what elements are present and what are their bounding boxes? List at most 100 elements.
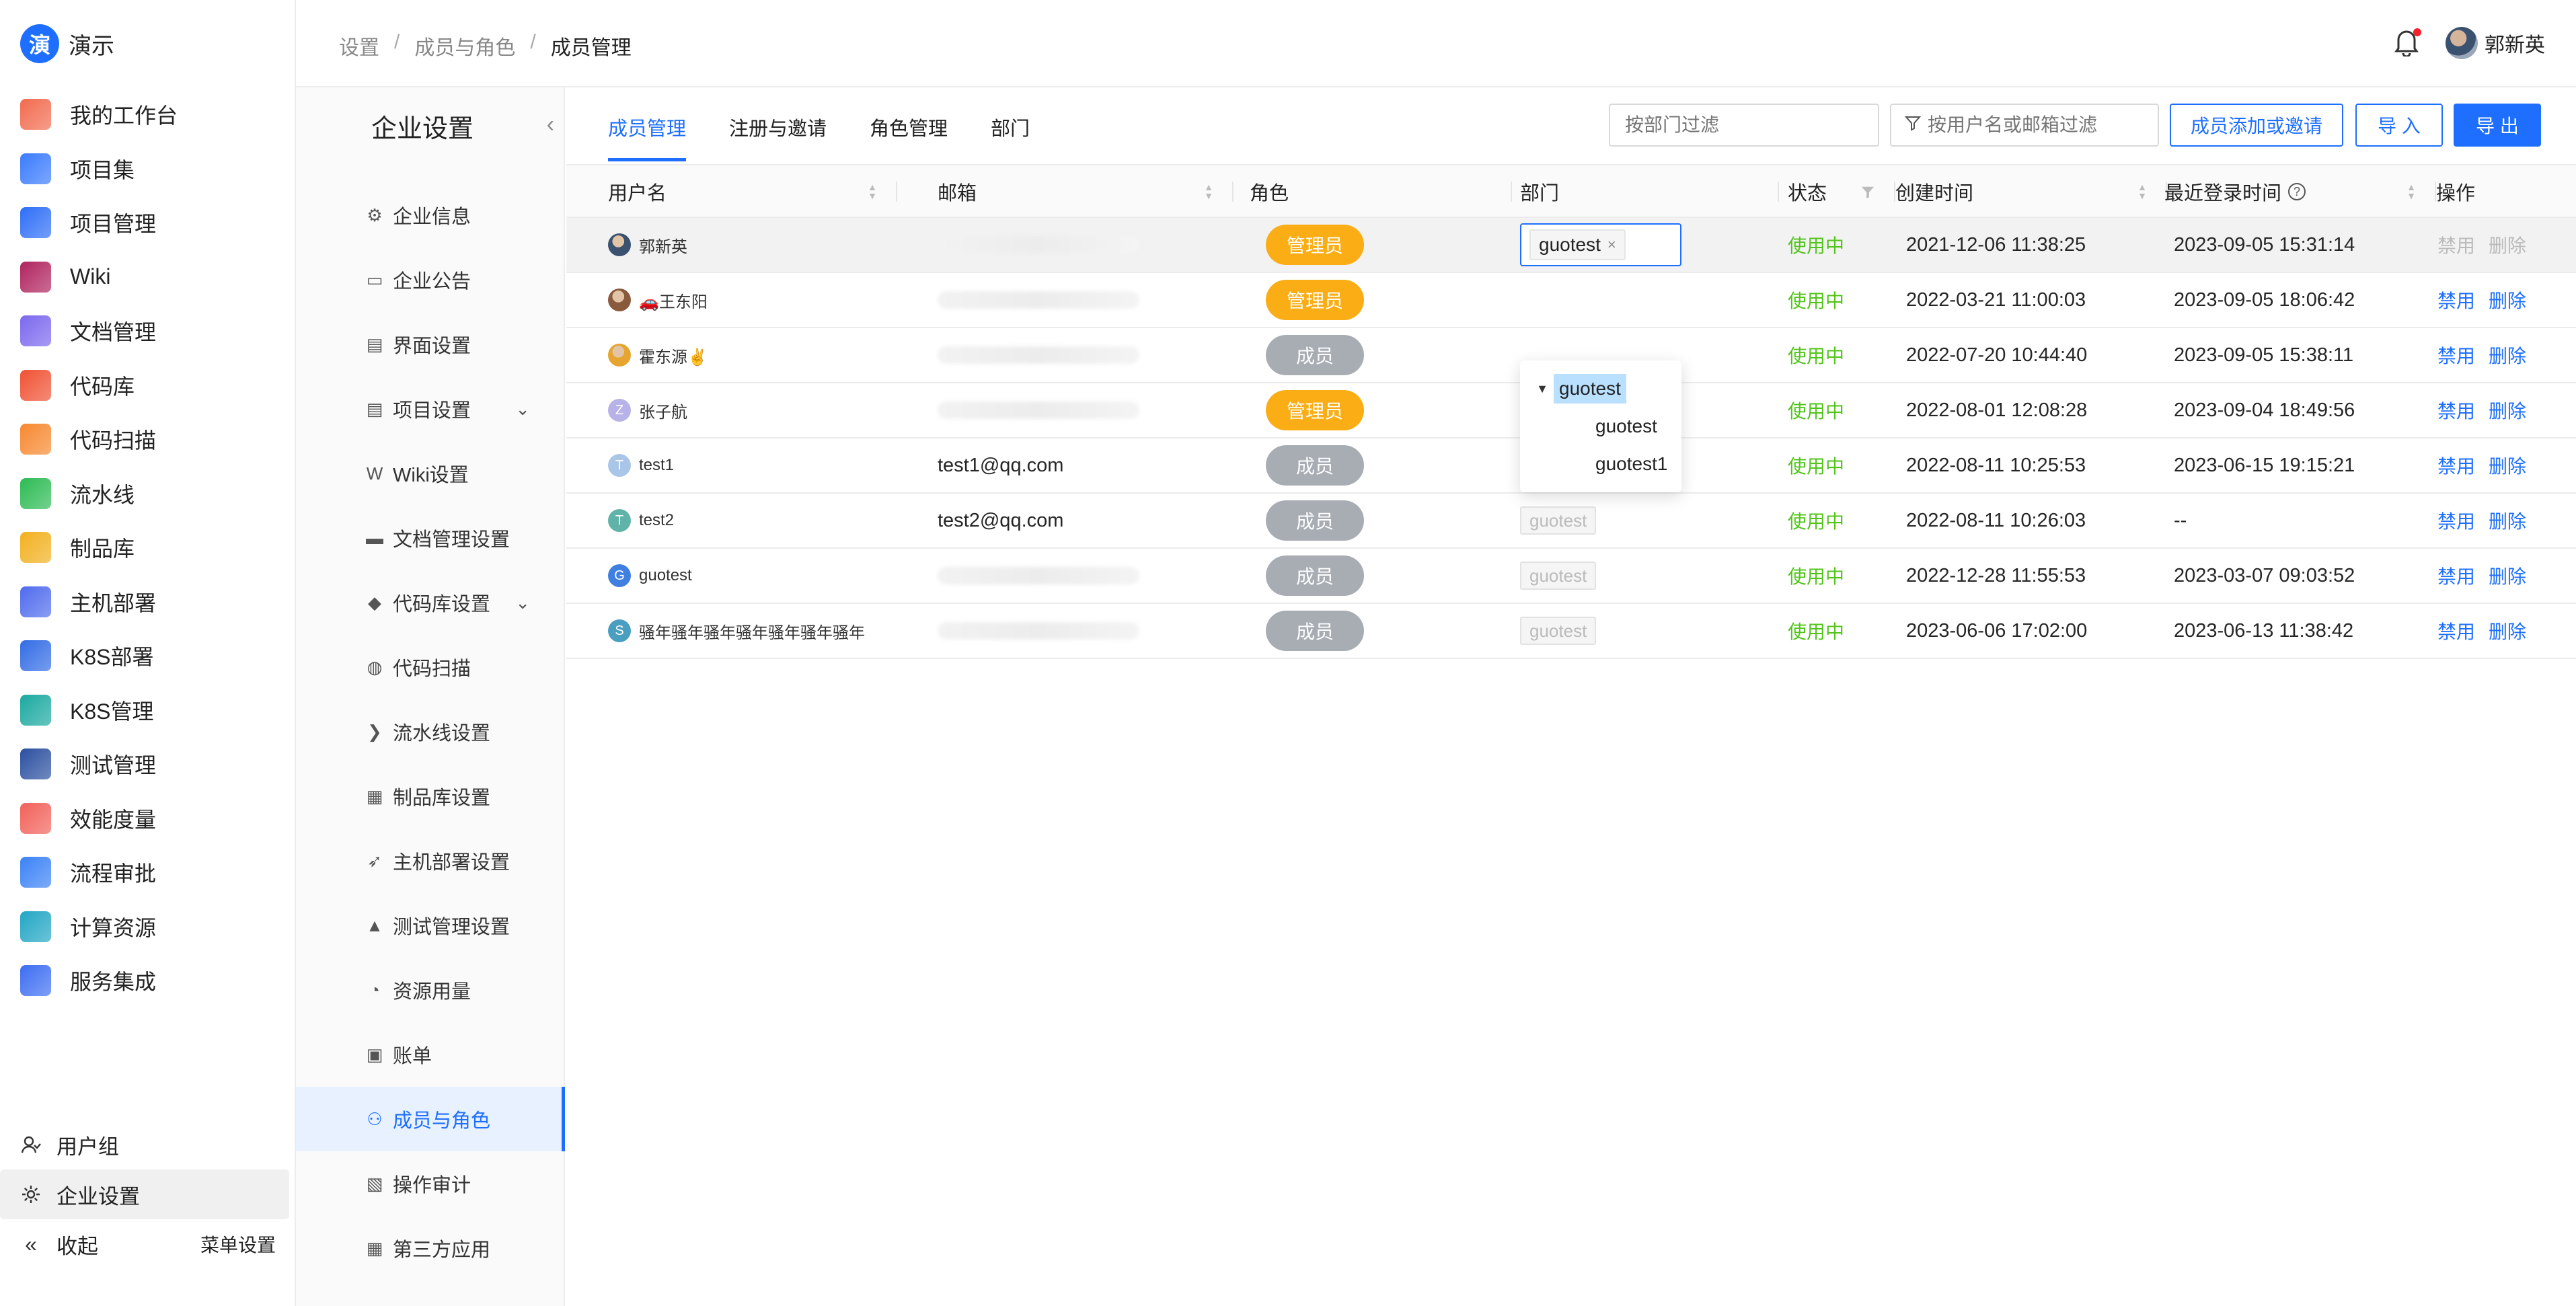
subnav-item[interactable]: ▣ 账单: [296, 1022, 565, 1087]
role-badge[interactable]: 成员: [1266, 445, 1364, 486]
role-badge[interactable]: 管理员: [1266, 225, 1364, 265]
export-button[interactable]: 导 出: [2454, 104, 2541, 147]
sort-icon[interactable]: ▲ ▼: [2137, 182, 2147, 200]
nav-item[interactable]: 文档管理: [0, 304, 296, 358]
tab-role-management[interactable]: 角色管理: [870, 113, 948, 161]
subnav-item[interactable]: W Wiki设置: [296, 441, 565, 506]
user-filter-input[interactable]: [1928, 114, 2150, 136]
disable-button[interactable]: 禁用: [2437, 617, 2475, 644]
delete-button[interactable]: 删除: [2489, 507, 2526, 534]
nav-item[interactable]: 制品库: [0, 521, 296, 575]
role-badge[interactable]: 成员: [1266, 335, 1364, 375]
disable-button[interactable]: 禁用: [2437, 507, 2475, 534]
breadcrumb-item[interactable]: 成员与角色: [414, 31, 515, 61]
subnav-item[interactable]: ▤ 项目设置 ⌄: [296, 377, 565, 441]
subnav-item[interactable]: ➶ 主机部署设置: [296, 829, 565, 893]
column-username[interactable]: 用户名 ▲ ▼: [608, 165, 897, 218]
bell-icon[interactable]: [2394, 27, 2421, 59]
role-badge[interactable]: 成员: [1266, 555, 1364, 596]
role-badge[interactable]: 管理员: [1266, 390, 1364, 430]
delete-button[interactable]: 删除: [2489, 562, 2526, 589]
user-menu[interactable]: 郭新英: [2446, 27, 2545, 59]
sort-icon[interactable]: ▲ ▼: [868, 182, 877, 200]
disable-button[interactable]: 禁用: [2437, 342, 2475, 369]
delete-button[interactable]: 删除: [2489, 342, 2526, 369]
nav-item[interactable]: K8S部署: [0, 629, 296, 683]
column-status[interactable]: 状态: [1788, 165, 1895, 218]
help-icon[interactable]: ?: [2288, 183, 2306, 200]
menu-settings-link[interactable]: 菜单设置: [200, 1231, 276, 1258]
nav-item[interactable]: 服务集成: [0, 954, 296, 1008]
subnav-item[interactable]: ▤ 界面设置: [296, 312, 565, 377]
last-login-time: 2023-09-05 15:38:11: [2174, 344, 2354, 366]
subnav-item[interactable]: ▲ 测试管理设置: [296, 893, 565, 958]
delete-button[interactable]: 删除: [2489, 617, 2526, 644]
column-last-login[interactable]: 最近登录时间 ? ▲ ▼: [2164, 165, 2436, 218]
role-badge[interactable]: 管理员: [1266, 280, 1364, 320]
subnav-item[interactable]: ⚇ 成员与角色: [296, 1087, 565, 1151]
role-badge[interactable]: 成员: [1266, 500, 1364, 541]
subnav-item[interactable]: ◔ 资源用量: [296, 958, 565, 1022]
nav-item[interactable]: 效能度量: [0, 792, 296, 846]
department-filter-input[interactable]: [1609, 104, 1879, 147]
disable-button[interactable]: 禁用: [2437, 452, 2475, 479]
delete-button[interactable]: 删除: [2489, 452, 2526, 479]
nav-item[interactable]: 项目集: [0, 142, 296, 196]
nav-item[interactable]: 计算资源: [0, 900, 296, 954]
subnav-item[interactable]: ◆ 代码库设置 ⌄: [296, 570, 565, 635]
subnav-item[interactable]: ❯ 流水线设置: [296, 699, 565, 764]
nav-item[interactable]: 我的工作台: [0, 87, 296, 142]
column-created-time[interactable]: 创建时间 ▲ ▼: [1895, 165, 2167, 218]
nav-enterprise-settings[interactable]: 企业设置: [0, 1169, 289, 1219]
nav-item[interactable]: 代码扫描: [0, 412, 296, 467]
subnav-item[interactable]: ▧ 操作审计: [296, 1151, 565, 1216]
chevron-left-icon[interactable]: ‹: [547, 112, 554, 138]
subnav-item[interactable]: ⚙ 企业信息: [296, 183, 565, 247]
subnav-item[interactable]: ▦ 制品库设置: [296, 764, 565, 829]
nav-item[interactable]: 流水线: [0, 467, 296, 521]
tree-node-child[interactable]: guotest: [1520, 408, 1681, 445]
sort-icon[interactable]: ▲ ▼: [2407, 182, 2416, 200]
filter-icon[interactable]: [1860, 183, 1875, 205]
nav-item[interactable]: 流程审批: [0, 845, 296, 900]
flask-small-icon: ▲: [366, 915, 383, 935]
chevron-down-icon[interactable]: ⌄: [515, 399, 530, 420]
column-email[interactable]: 邮箱 ▲ ▼: [938, 165, 1234, 218]
invite-member-button[interactable]: 成员添加或邀请: [2170, 104, 2343, 147]
subnav-item[interactable]: ◍ 代码扫描: [296, 635, 565, 699]
disable-button[interactable]: 禁用: [2437, 562, 2475, 589]
nav-item[interactable]: 测试管理: [0, 737, 296, 792]
disable-button[interactable]: 禁用: [2437, 286, 2475, 313]
breadcrumb-item[interactable]: 设置: [339, 31, 379, 61]
department-cell: guotest: [1520, 549, 1597, 603]
caret-down-icon[interactable]: ▼: [1531, 382, 1554, 396]
department-select[interactable]: guotest ×: [1520, 223, 1681, 266]
tab-department[interactable]: 部门: [991, 113, 1030, 161]
nav-user-group[interactable]: 用户组: [0, 1120, 296, 1169]
nav-item[interactable]: 主机部署: [0, 575, 296, 629]
chevron-down-icon[interactable]: ⌄: [515, 592, 530, 613]
import-button[interactable]: 导 入: [2355, 104, 2443, 147]
delete-button[interactable]: 删除: [2489, 286, 2526, 313]
status-text: 使用中: [1788, 291, 1845, 311]
delete-button[interactable]: 删除: [2489, 397, 2526, 424]
subnav-item[interactable]: ▬ 文档管理设置: [296, 506, 565, 570]
nav-item[interactable]: 项目管理: [0, 196, 296, 250]
nav-item[interactable]: Wiki: [0, 250, 296, 305]
tree-node-root[interactable]: ▼ guotest: [1520, 370, 1681, 408]
nav-item[interactable]: 代码库: [0, 358, 296, 413]
subnav-item[interactable]: ▭ 企业公告: [296, 247, 565, 312]
workbench-icon: [20, 99, 51, 130]
collapse-button[interactable]: « 收起: [19, 1229, 98, 1260]
brand[interactable]: 演 演示: [20, 24, 114, 63]
close-icon[interactable]: ×: [1607, 236, 1616, 254]
subnav-item[interactable]: ▦ 第三方应用: [296, 1216, 565, 1280]
role-badge[interactable]: 成员: [1266, 611, 1364, 651]
tab-member-management[interactable]: 成员管理: [608, 113, 687, 161]
sort-icon[interactable]: ▲ ▼: [1204, 182, 1213, 200]
nav-item[interactable]: K8S管理: [0, 683, 296, 738]
tab-register-invite[interactable]: 注册与邀请: [729, 113, 827, 161]
disable-button[interactable]: 禁用: [2437, 397, 2475, 424]
user-filter-field[interactable]: [1890, 104, 2159, 147]
tree-node-child[interactable]: guotest1: [1520, 445, 1681, 483]
